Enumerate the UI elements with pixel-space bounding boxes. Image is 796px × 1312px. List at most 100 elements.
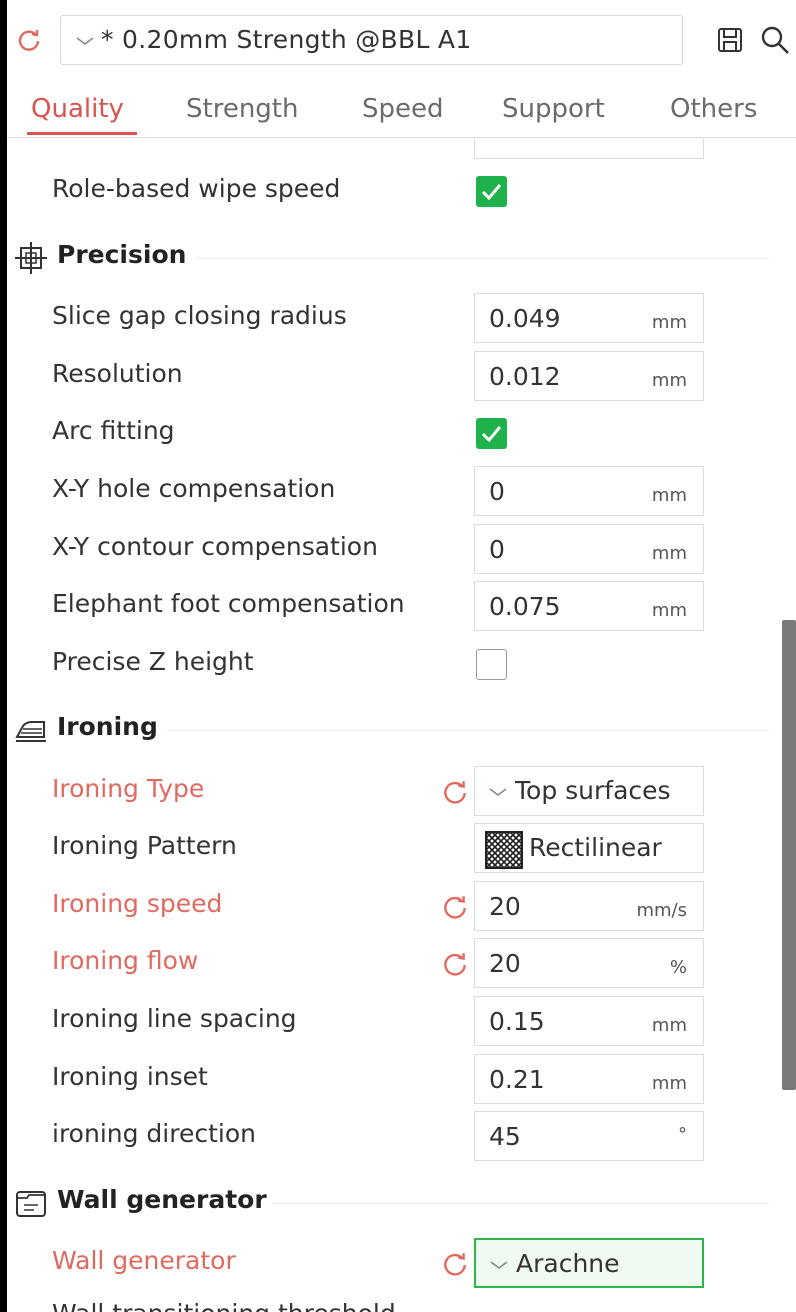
ironing-line-spacing-input[interactable]: 0.15 mm: [474, 996, 704, 1046]
reset-arrow-icon[interactable]: [441, 1250, 469, 1278]
dropdown-value: Rectilinear: [529, 833, 662, 862]
setting-label: X-Y hole compensation: [52, 474, 336, 503]
ironing-speed-input[interactable]: 20 mm/s: [474, 881, 704, 931]
chevron-down-icon: [490, 1261, 508, 1269]
setting-row-ironing-type: Ironing Type Top surfaces: [7, 764, 777, 820]
setting-row-xy-hole: X-Y hole compensation 0 mm: [7, 464, 777, 520]
setting-row-elephant-foot: Elephant foot compensation 0.075 mm: [7, 579, 777, 635]
wall-generator-icon: [16, 1191, 46, 1217]
checkmark-icon: [481, 184, 502, 201]
search-icon[interactable]: [759, 24, 791, 56]
setting-label: Ironing Pattern: [52, 831, 237, 860]
setting-label: Precise Z height: [52, 647, 254, 676]
field-value: 0.012: [489, 362, 561, 391]
setting-row-ironing-pattern: Ironing Pattern Rectilinear: [7, 821, 777, 877]
resolution-input[interactable]: 0.012 mm: [474, 351, 704, 401]
setting-row-role-based-wipe-speed: Role-based wipe speed: [7, 164, 777, 220]
reset-arrow-icon[interactable]: [16, 27, 42, 53]
field-unit: mm/s: [636, 900, 687, 921]
scrollbar-thumb[interactable]: [782, 620, 796, 1090]
section-title: Precision: [57, 240, 187, 269]
precise-z-checkbox[interactable]: [476, 649, 507, 680]
iron-icon: [15, 721, 46, 742]
section-divider: [197, 258, 769, 259]
field-value: 0.049: [489, 304, 561, 333]
ironing-pattern-dropdown[interactable]: Rectilinear: [474, 823, 704, 873]
field-value: 0.075: [489, 592, 561, 621]
section-divider: [167, 730, 769, 731]
setting-row-wall-generator: Wall generator Arachne: [7, 1236, 777, 1292]
partial-setting-row: [7, 139, 777, 159]
field-unit: mm: [651, 1015, 687, 1036]
setting-label: Arc fitting: [52, 416, 175, 445]
preset-bar: * 0.20mm Strength @BBL A1: [7, 0, 796, 82]
ironing-flow-input[interactable]: 20 %: [474, 938, 704, 988]
cut-off-setting-label: Wall transitioning threshold: [52, 1299, 396, 1312]
dropdown-value: Top surfaces: [515, 776, 671, 805]
setting-label: Ironing inset: [52, 1062, 208, 1091]
field-unit: mm: [651, 600, 687, 621]
slice-gap-input[interactable]: 0.049 mm: [474, 293, 704, 343]
save-icon[interactable]: [716, 26, 744, 54]
reset-arrow-icon[interactable]: [441, 893, 469, 921]
section-title: Wall generator: [57, 1185, 267, 1214]
tab-quality[interactable]: Quality: [31, 94, 124, 124]
reset-arrow-icon[interactable]: [441, 778, 469, 806]
preset-dropdown[interactable]: * 0.20mm Strength @BBL A1: [60, 15, 683, 65]
checkmark-icon: [481, 426, 502, 443]
field-unit: mm: [651, 543, 687, 564]
tab-support[interactable]: Support: [502, 94, 605, 124]
field-value: 0: [489, 477, 505, 506]
chevron-down-icon: [76, 37, 94, 45]
role-based-wipe-speed-checkbox[interactable]: [476, 176, 507, 207]
setting-row-ironing-line-spacing: Ironing line spacing 0.15 mm: [7, 994, 777, 1050]
setting-label: Ironing speed: [52, 889, 223, 918]
field-unit: %: [669, 957, 687, 978]
setting-row-slice-gap: Slice gap closing radius 0.049 mm: [7, 291, 777, 347]
ironing-type-dropdown[interactable]: Top surfaces: [474, 766, 704, 816]
field-value: 20: [489, 949, 521, 978]
setting-row-precise-z: Precise Z height: [7, 637, 777, 693]
setting-label: Ironing line spacing: [52, 1004, 297, 1033]
chevron-down-icon: [489, 788, 507, 796]
field-value: 0: [489, 535, 505, 564]
wall-generator-dropdown[interactable]: Arachne: [474, 1238, 704, 1288]
tab-others[interactable]: Others: [670, 94, 757, 124]
precision-crosshair-icon: [15, 242, 47, 274]
preset-name: * 0.20mm Strength @BBL A1: [101, 25, 472, 54]
section-divider: [272, 1203, 769, 1204]
tab-strength[interactable]: Strength: [186, 94, 298, 124]
xy-hole-input[interactable]: 0 mm: [474, 466, 704, 516]
elephant-foot-input[interactable]: 0.075 mm: [474, 581, 704, 631]
section-title: Ironing: [57, 712, 158, 741]
arc-fitting-checkbox[interactable]: [476, 418, 507, 449]
setting-row-resolution: Resolution 0.012 mm: [7, 349, 777, 405]
partial-input-field[interactable]: [474, 139, 704, 159]
reset-arrow-icon[interactable]: [441, 950, 469, 978]
field-unit: mm: [651, 370, 687, 391]
setting-row-ironing-speed: Ironing speed 20 mm/s: [7, 879, 777, 935]
ironing-direction-input[interactable]: 45 °: [474, 1111, 704, 1161]
setting-label: Slice gap closing radius: [52, 301, 347, 330]
setting-row-arc-fitting: Arc fitting: [7, 406, 777, 462]
field-unit: mm: [651, 1073, 687, 1094]
setting-row-xy-contour: X-Y contour compensation 0 mm: [7, 522, 777, 578]
setting-row-ironing-flow: Ironing flow 20 %: [7, 936, 777, 992]
dropdown-value: Arachne: [516, 1249, 620, 1278]
section-precision: Precision: [7, 229, 777, 285]
section-wall-generator: Wall generator: [7, 1174, 777, 1230]
field-value: 45: [489, 1122, 521, 1151]
active-tab-indicator: [27, 132, 137, 135]
ironing-inset-input[interactable]: 0.21 mm: [474, 1054, 704, 1104]
setting-label: Ironing flow: [52, 946, 199, 975]
settings-tabs: Quality Strength Speed Support Others: [7, 88, 796, 138]
xy-contour-input[interactable]: 0 mm: [474, 524, 704, 574]
setting-label: Role-based wipe speed: [52, 174, 341, 203]
field-value: 20: [489, 892, 521, 921]
field-unit: mm: [651, 312, 687, 333]
tab-speed[interactable]: Speed: [362, 94, 444, 124]
section-ironing: Ironing: [7, 701, 777, 757]
settings-list: Role-based wipe speed Precision Slice ga…: [7, 139, 777, 1312]
setting-label: Resolution: [52, 359, 183, 388]
setting-label: ironing direction: [52, 1119, 256, 1148]
